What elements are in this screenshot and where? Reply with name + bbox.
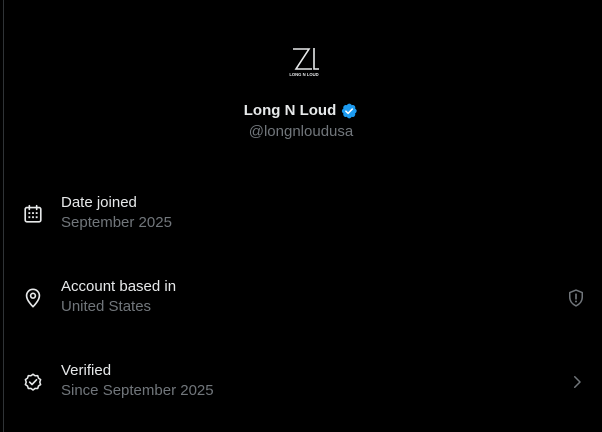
chevron-right-icon[interactable] bbox=[568, 373, 586, 391]
verified-value: Since September 2025 bbox=[61, 382, 214, 399]
logo-text: LONG N LOUD bbox=[289, 72, 318, 77]
verified-label: Verified bbox=[61, 362, 112, 379]
handle[interactable]: @longnloudusa bbox=[0, 122, 602, 142]
account-based-in-value: United States bbox=[61, 298, 152, 315]
row-account-based-in: Account based in United States bbox=[0, 262, 602, 346]
name-row: Long N Loud bbox=[0, 99, 602, 123]
long-n-loud-logo-icon: LONG N LOUD bbox=[289, 48, 319, 77]
display-name[interactable]: Long N Loud bbox=[244, 101, 336, 121]
verified-check-icon bbox=[24, 373, 42, 391]
date-joined-label: Date joined bbox=[61, 194, 137, 211]
profile-header: LONG N LOUD Long N Loud @longnloudusa bbox=[0, 0, 602, 160]
row-text: Verified Since September 2025 bbox=[61, 361, 214, 401]
row-text: Account based in United States bbox=[61, 277, 176, 317]
shield-alert-icon[interactable] bbox=[566, 288, 586, 308]
date-joined-value: September 2025 bbox=[61, 214, 172, 231]
location-pin-icon bbox=[25, 288, 41, 308]
row-date-joined: Date joined September 2025 bbox=[0, 178, 602, 262]
account-based-in-label: Account based in bbox=[61, 278, 177, 295]
row-verified[interactable]: Verified Since September 2025 bbox=[0, 346, 602, 430]
verified-badge-icon[interactable] bbox=[340, 102, 358, 120]
profile-avatar[interactable]: LONG N LOUD bbox=[285, 44, 323, 80]
row-text: Date joined September 2025 bbox=[61, 193, 172, 233]
calendar-icon bbox=[24, 204, 42, 223]
